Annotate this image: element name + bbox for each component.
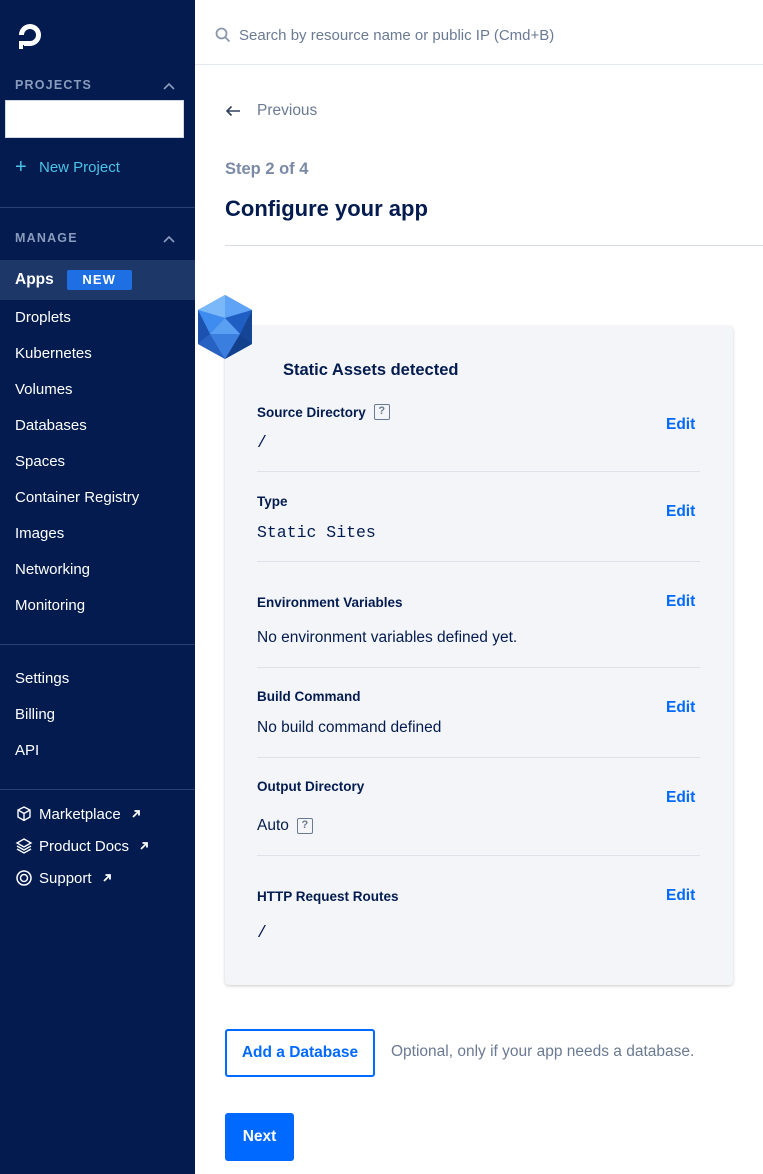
field-value: Auto bbox=[257, 817, 289, 834]
sidebar-item-monitoring[interactable]: Monitoring bbox=[15, 595, 85, 617]
new-project-link[interactable]: + New Project bbox=[15, 156, 120, 178]
sidebar-item-volumes[interactable]: Volumes bbox=[15, 379, 73, 401]
sidebar-item-label: Apps bbox=[15, 271, 54, 288]
chevron-up-icon[interactable] bbox=[163, 235, 175, 243]
edit-output-directory-button[interactable]: Edit bbox=[666, 789, 695, 807]
product-docs-label: Product Docs bbox=[39, 837, 130, 855]
cube-icon bbox=[17, 806, 31, 822]
edit-type-button[interactable]: Edit bbox=[666, 503, 695, 521]
sidebar-item-apps-content[interactable]: Apps NEW bbox=[15, 269, 132, 291]
chevron-up-icon[interactable] bbox=[163, 82, 175, 90]
row-divider bbox=[257, 667, 700, 668]
marketplace-label: Marketplace bbox=[39, 805, 121, 823]
row-divider bbox=[257, 757, 700, 758]
sidebar-item-billing[interactable]: Billing bbox=[15, 704, 55, 726]
source-directory-label: Source Directory ? bbox=[257, 404, 390, 420]
search-input[interactable] bbox=[239, 22, 739, 48]
support-link[interactable]: Support bbox=[15, 867, 112, 889]
gem-icon bbox=[198, 295, 252, 359]
sidebar-divider bbox=[0, 207, 195, 208]
environment-variables-value: No environment variables defined yet. bbox=[257, 629, 518, 646]
search-icon bbox=[215, 27, 231, 43]
card-title: Static Assets detected bbox=[283, 361, 459, 379]
row-divider bbox=[257, 855, 700, 856]
help-icon[interactable]: ? bbox=[296, 818, 313, 834]
projects-heading: PROJECTS bbox=[15, 78, 92, 92]
page-title: Configure your app bbox=[225, 196, 428, 221]
support-label: Support bbox=[39, 869, 92, 887]
output-directory-value: Auto ? bbox=[257, 817, 313, 835]
marketplace-link[interactable]: Marketplace bbox=[15, 803, 141, 825]
edit-environment-variables-button[interactable]: Edit bbox=[666, 593, 695, 611]
add-database-button[interactable]: Add a Database bbox=[225, 1029, 375, 1077]
manage-heading: MANAGE bbox=[15, 231, 78, 245]
row-divider bbox=[257, 471, 700, 472]
sidebar-item-settings[interactable]: Settings bbox=[15, 668, 69, 690]
product-docs-link[interactable]: Product Docs bbox=[15, 835, 149, 857]
sidebar-item-container-registry[interactable]: Container Registry bbox=[15, 487, 139, 509]
edit-http-request-routes-button[interactable]: Edit bbox=[666, 887, 695, 905]
http-request-routes-label: HTTP Request Routes bbox=[257, 889, 399, 904]
sidebar-divider bbox=[0, 789, 195, 790]
title-divider bbox=[225, 245, 763, 246]
sidebar-item-databases[interactable]: Databases bbox=[15, 415, 87, 437]
build-command-label: Build Command bbox=[257, 689, 361, 704]
edit-source-directory-button[interactable]: Edit bbox=[666, 416, 695, 434]
output-directory-label: Output Directory bbox=[257, 779, 365, 794]
build-command-value: No build command defined bbox=[257, 719, 442, 736]
digitalocean-logo-icon[interactable] bbox=[15, 20, 45, 50]
sidebar-item-droplets[interactable]: Droplets bbox=[15, 307, 71, 329]
edit-build-command-button[interactable]: Edit bbox=[666, 699, 695, 717]
field-label: Source Directory bbox=[257, 404, 366, 420]
project-selector[interactable] bbox=[5, 100, 184, 138]
environment-variables-label: Environment Variables bbox=[257, 595, 403, 610]
static-assets-card bbox=[225, 326, 733, 985]
step-indicator: Step 2 of 4 bbox=[225, 160, 309, 178]
next-button[interactable]: Next bbox=[225, 1113, 294, 1161]
sidebar: PROJECTS + New Project MANAGE Apps NEW D… bbox=[0, 0, 195, 1174]
previous-link[interactable]: Previous bbox=[225, 100, 317, 122]
plus-icon: + bbox=[15, 156, 27, 178]
arrow-left-icon bbox=[225, 105, 240, 117]
sidebar-item-images[interactable]: Images bbox=[15, 523, 64, 545]
layers-icon bbox=[15, 838, 33, 854]
source-directory-value: / bbox=[257, 433, 267, 452]
external-link-icon bbox=[140, 842, 148, 850]
new-badge: NEW bbox=[66, 270, 132, 290]
add-database-note: Optional, only if your app needs a datab… bbox=[391, 1043, 695, 1060]
sidebar-item-networking[interactable]: Networking bbox=[15, 559, 90, 581]
top-search-bar bbox=[195, 0, 763, 65]
row-divider bbox=[257, 561, 700, 562]
new-project-label: New Project bbox=[39, 158, 120, 176]
sidebar-divider bbox=[0, 644, 195, 645]
external-link-icon bbox=[132, 810, 140, 818]
sidebar-item-kubernetes[interactable]: Kubernetes bbox=[15, 343, 92, 365]
previous-label: Previous bbox=[257, 102, 318, 119]
sidebar-item-api[interactable]: API bbox=[15, 740, 39, 762]
sidebar-item-spaces[interactable]: Spaces bbox=[15, 451, 65, 473]
http-request-routes-value: / bbox=[257, 923, 267, 942]
type-value: Static Sites bbox=[257, 523, 376, 542]
lifebuoy-icon bbox=[16, 870, 32, 886]
help-icon[interactable]: ? bbox=[373, 404, 390, 420]
external-link-icon bbox=[102, 874, 111, 882]
type-label: Type bbox=[257, 494, 288, 509]
